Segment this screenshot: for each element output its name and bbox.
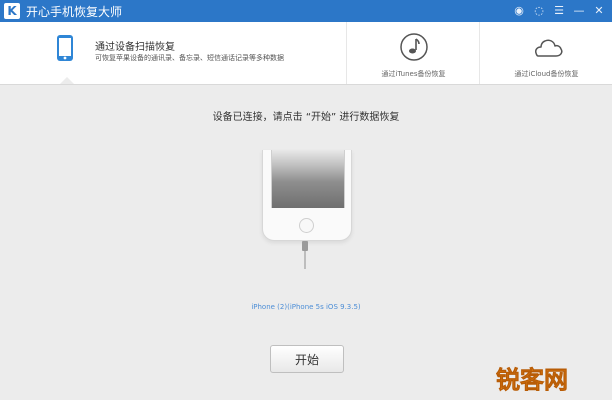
tab-icloud-backup[interactable]: 通过iCloud备份恢复	[479, 22, 612, 84]
window-controls: ◉ ◌ ☰ — ✕	[512, 3, 606, 17]
watermark-text: 锐客网	[496, 366, 568, 394]
device-info[interactable]: iPhone (2)(iPhone 5s iOS 9.3.5)	[0, 303, 612, 311]
phone-home-button	[299, 218, 314, 233]
start-button[interactable]: 开始	[270, 345, 344, 373]
app-title: 开心手机恢复大师	[26, 4, 123, 19]
music-note-icon	[399, 33, 428, 61]
cloud-icon	[534, 39, 563, 57]
watermark: 锐客网	[496, 364, 606, 394]
watermark-logo: 锐客网	[496, 366, 568, 394]
tab-device-scan-title: 通过设备扫描恢复	[95, 42, 175, 53]
menu-icon[interactable]: ☰	[552, 3, 566, 17]
connection-status: 设备已连接，请点击 “开始” 进行数据恢复	[212, 112, 400, 123]
app-logo: K	[4, 3, 20, 19]
tab-device-scan[interactable]: 通过设备扫描恢复 可恢复苹果设备的通讯录、备忘录、短信通话记录等多种数据	[0, 22, 346, 84]
phone-illustration	[262, 150, 352, 241]
mode-nav: 通过设备扫描恢复 可恢复苹果设备的通讯录、备忘录、短信通话记录等多种数据 通过i…	[0, 22, 612, 85]
tab-itunes-backup-label: 通过iTunes备份恢复	[381, 70, 446, 78]
close-icon[interactable]: ✕	[592, 3, 606, 17]
skin-icon[interactable]: ◌	[532, 3, 546, 17]
cable	[304, 251, 306, 269]
active-tab-indicator	[60, 77, 74, 84]
title-bar: K 开心手机恢复大师 ◉ ◌ ☰ — ✕	[0, 0, 612, 22]
tab-device-scan-description: 可恢复苹果设备的通讯录、备忘录、短信通话记录等多种数据	[95, 54, 284, 62]
cable-plug	[302, 241, 308, 251]
tab-itunes-backup[interactable]: 通过iTunes备份恢复	[346, 22, 480, 84]
wechat-icon[interactable]: ◉	[512, 3, 526, 17]
minimize-icon[interactable]: —	[572, 3, 586, 17]
tab-icloud-backup-label: 通过iCloud备份恢复	[514, 70, 579, 78]
phone-screen	[271, 150, 345, 208]
phone-icon	[57, 35, 73, 61]
